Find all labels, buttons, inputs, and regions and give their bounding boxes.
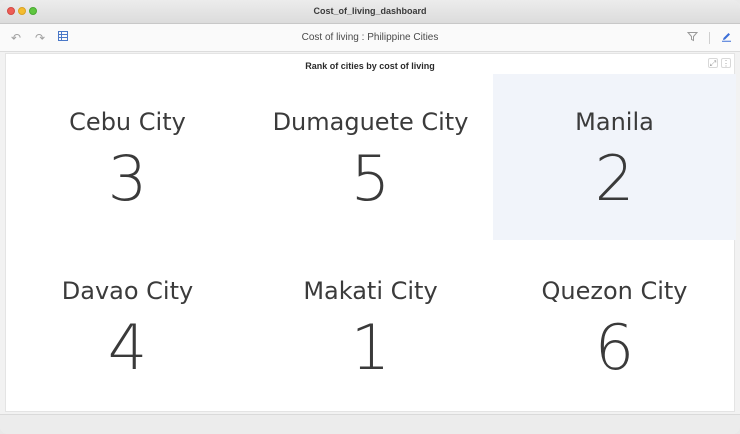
city-rank: 3	[107, 142, 148, 215]
city-tile-quezon[interactable]: Quezon City 6	[493, 243, 736, 409]
city-name: Dumaguete City	[272, 108, 469, 136]
city-tile-cebu[interactable]: Cebu City 3	[6, 74, 249, 240]
city-tile-manila[interactable]: Manila 2	[493, 74, 736, 240]
more-options-icon[interactable]: ⋮	[721, 58, 731, 68]
toolbar-divider	[709, 32, 710, 44]
status-bar	[0, 414, 740, 434]
city-name: Manila	[575, 108, 654, 136]
expand-icon[interactable]: ⤢	[708, 58, 718, 68]
window-title: Cost_of_living_dashboard	[313, 6, 427, 16]
city-rank: 2	[594, 142, 635, 215]
card-title: Rank of cities by cost of living	[305, 61, 435, 71]
city-rank: 4	[107, 311, 148, 384]
city-name: Quezon City	[541, 277, 688, 305]
toolbar: ↶ ↷ Cost of living : Philippine Cities	[0, 24, 740, 52]
title-bar: Cost_of_living_dashboard	[0, 0, 740, 24]
city-rank: 1	[350, 311, 391, 384]
app-window: Cost_of_living_dashboard ↶ ↷ Cost of liv…	[0, 0, 740, 434]
rank-card: Rank of cities by cost of living ⤢ ⋮ Ceb…	[5, 53, 736, 412]
city-rank: 5	[350, 142, 391, 215]
city-name: Cebu City	[69, 108, 186, 136]
edit-icon[interactable]	[718, 30, 734, 46]
city-name: Makati City	[303, 277, 438, 305]
city-tile-davao[interactable]: Davao City 4	[6, 243, 249, 409]
city-name: Davao City	[61, 277, 194, 305]
dashboard-title: Cost of living : Philippine Cities	[301, 32, 439, 43]
city-rank: 6	[594, 311, 635, 384]
city-tile-dumaguete[interactable]: Dumaguete City 5	[249, 74, 492, 240]
filter-icon[interactable]	[684, 30, 700, 46]
city-tile-makati[interactable]: Makati City 1	[249, 243, 492, 409]
